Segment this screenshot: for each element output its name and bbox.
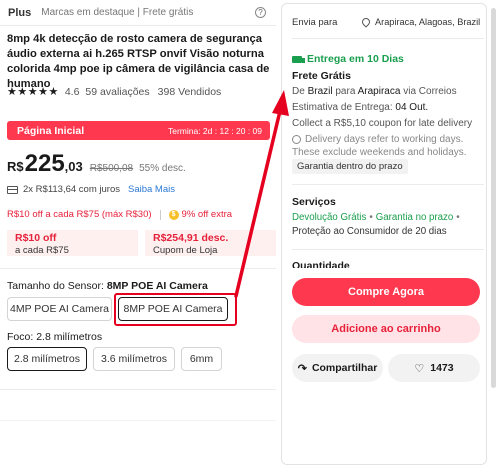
plus-subtitle: Marcas em destaque | Frete grátis [41, 7, 194, 18]
credit-card-icon [7, 185, 18, 194]
location-text: Arapiraca, Alagoas, Brazil [375, 17, 481, 27]
learn-more-link[interactable]: Saiba Mais [128, 184, 175, 195]
product-title: 8mp 4k detecção de rosto camera de segur… [7, 33, 270, 90]
delivery-estimate: Estimativa de Entrega: 04 Out. [292, 102, 428, 113]
delivery-note-line2: These exclude weekends and holidays. [292, 147, 467, 158]
sensor-label-text: Tamanho do Sensor: [7, 280, 104, 292]
buy-now-button[interactable]: Compre Agora [292, 278, 480, 306]
price-cents: ,03 [64, 159, 83, 174]
share-label: Compartilhar [311, 362, 378, 374]
on-time-guarantee: Garantia no prazo [375, 212, 454, 223]
free-returns: Devolução Grátis [292, 212, 367, 223]
installment-row: 2x R$113,64 com juros Saiba Mais [7, 184, 175, 195]
extra-offer[interactable]: 9% off extra [182, 209, 233, 220]
divider [0, 389, 276, 390]
coupon-subtitle: Cupom de Loja [153, 245, 218, 256]
focus-label: Foco: 2.8 milímetros [7, 331, 102, 343]
annotation-highlight-box [114, 293, 237, 326]
focus-option-3-6mm[interactable]: 3.6 milímetros [93, 347, 175, 371]
truck-icon [292, 55, 305, 63]
divider [0, 420, 276, 421]
delivery-note: Delivery days refer to working days. [292, 134, 463, 145]
rating-row: ★★★★★ 4.6 59 avaliações 398 Vendidos [7, 85, 222, 99]
sensor-option-4mp[interactable]: 4MP POE AI Camera [7, 297, 112, 321]
divider [292, 38, 484, 39]
route-mid: para [335, 86, 356, 97]
free-shipping-label: Frete Grátis [292, 70, 351, 82]
add-to-cart-button[interactable]: Adicione ao carrinho [292, 315, 480, 343]
coupon-title: R$10 off [15, 232, 57, 244]
divider [292, 184, 484, 185]
wishlist-button[interactable]: ♡ 1473 [388, 354, 480, 382]
price-integer: 225 [24, 150, 65, 177]
ship-to-label: Envia para [292, 17, 338, 28]
bullet: • [456, 212, 460, 223]
divider [0, 268, 276, 269]
promo-timer: Termina: 2d : 12 : 20 : 09 [167, 125, 262, 136]
store-offer[interactable]: R$10 off a cada R$75 (máx R$30) [7, 209, 152, 220]
page-scrollbar[interactable] [491, 8, 496, 388]
estimate-label: Estimativa de Entrega: [292, 102, 393, 113]
focus-label-text: Foco: [7, 331, 34, 343]
sold-count: 398 Vendidos [157, 85, 222, 98]
route-carrier: via Correios [403, 86, 457, 97]
offer-divider [159, 209, 161, 220]
shipping-route: De Brazil para Arapiraca via Correios [292, 86, 457, 97]
delivery-note-line1: Delivery days refer to working days. [305, 134, 464, 145]
original-price: R$500,08 [89, 163, 134, 174]
location-pin-icon [360, 16, 372, 28]
late-delivery-coupon: Collect a R$5,10 coupon for late deliver… [292, 118, 473, 129]
estimate-date: 04 Out. [395, 102, 429, 113]
reviews-link[interactable]: 59 avaliações [85, 86, 149, 98]
divider [292, 249, 484, 250]
plus-label: Plus [8, 6, 32, 19]
heart-icon: ♡ [414, 362, 425, 375]
star-rating-icon: ★★★★★ [7, 86, 59, 98]
coupon-subtitle: a cada R$75 [15, 245, 69, 256]
rating-value: 4.6 [64, 85, 80, 98]
product-info-column: Plus Marcas em destaque | Frete grátis ?… [0, 0, 276, 471]
purchase-panel: Envia para Arapiraca, Alagoas, Brazil En… [281, 3, 487, 465]
promo-banner: Página Inicial Termina: 2d : 12 : 20 : 0… [7, 121, 270, 140]
coupon-title: R$254,91 desc. [153, 232, 229, 244]
coin-icon: $ [168, 209, 179, 220]
installment-text: 2x R$113,64 com juros [23, 184, 120, 195]
help-icon[interactable]: ? [255, 7, 266, 18]
wishlist-count: 1473 [430, 362, 454, 374]
route-city: Arapiraca [357, 86, 401, 97]
coupon-card[interactable]: R$10 off a cada R$75 [7, 230, 138, 256]
coupon-card[interactable]: R$254,91 desc. Cupom de Loja [145, 230, 276, 256]
price-currency: R$ [7, 159, 24, 174]
price-row: R$ 225 ,03 R$500,08 55% desc. [7, 150, 186, 178]
delivery-time: Entrega em 10 Dias [292, 53, 404, 65]
plus-banner[interactable]: Plus Marcas em destaque | Frete grátis ? [0, 0, 276, 26]
services-title: Serviços [292, 196, 336, 208]
promo-label: Página Inicial [17, 124, 85, 137]
sensor-selected-value: 8MP POE AI Camera [106, 280, 208, 292]
route-prefix: De [292, 86, 305, 97]
bullet: • [369, 212, 373, 223]
delivery-text: Entrega em 10 Dias [307, 53, 404, 65]
share-button[interactable]: ↷ Compartilhar [292, 354, 383, 382]
route-country: Brazil [307, 86, 333, 97]
focus-option-6mm[interactable]: 6mm [181, 347, 222, 371]
consumer-protection: Proteção ao Consumidor de 20 dias [292, 226, 447, 237]
ship-location[interactable]: Arapiraca, Alagoas, Brazil [360, 16, 481, 28]
guarantee-badge: Garantia dentro do prazo [292, 159, 408, 174]
clock-icon [292, 135, 301, 144]
offers-row[interactable]: R$10 off a cada R$75 (máx R$30) $ 9% off… [7, 209, 232, 220]
discount-label: 55% desc. [139, 163, 186, 174]
sensor-size-label: Tamanho do Sensor: 8MP POE AI Camera [7, 280, 208, 292]
share-icon: ↷ [297, 362, 307, 375]
focus-selected-value: 2.8 milímetros [36, 331, 103, 343]
services-line: Devolução Grátis • Garantia no prazo • [292, 212, 463, 223]
quantity-title: Quantidade [292, 260, 350, 268]
focus-option-2-8mm[interactable]: 2.8 milímetros [7, 347, 87, 371]
